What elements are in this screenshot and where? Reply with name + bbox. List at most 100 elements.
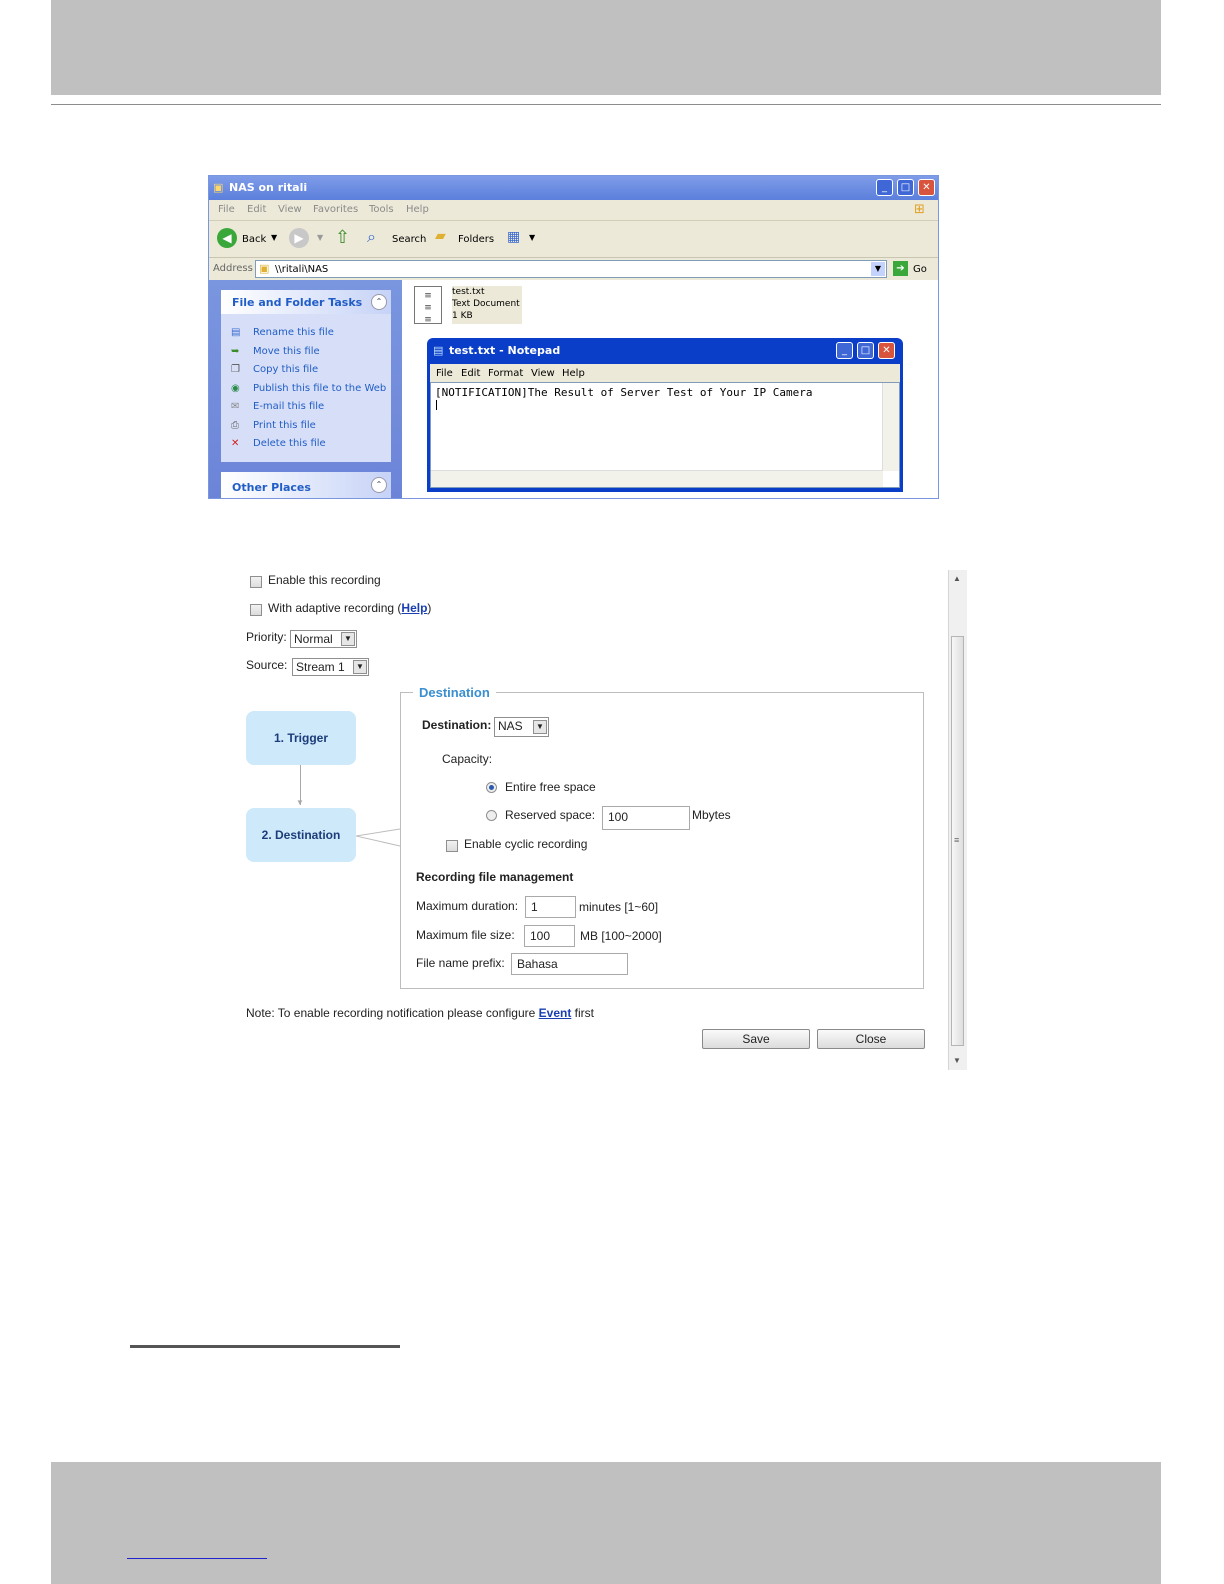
save-button[interactable]: Save: [702, 1029, 810, 1049]
scrollbar-thumb[interactable]: ≡: [951, 636, 964, 1046]
horizontal-scrollbar[interactable]: [431, 470, 883, 487]
scroll-up-icon[interactable]: ▲: [953, 574, 961, 583]
file-name-prefix-input[interactable]: Bahasa: [511, 953, 628, 975]
delete-icon: ✕: [231, 438, 240, 449]
folders-button[interactable]: Folders: [458, 234, 494, 245]
event-link[interactable]: Event: [539, 1006, 572, 1020]
chevron-down-icon[interactable]: ▼: [871, 262, 885, 276]
max-file-size-label: Maximum file size:: [416, 928, 515, 942]
destination-legend: Destination: [413, 685, 496, 700]
folders-icon[interactable]: ▰: [435, 228, 446, 244]
reserved-space-input[interactable]: 100: [602, 806, 690, 830]
vertical-scrollbar[interactable]: [882, 383, 899, 471]
close-button[interactable]: ✕: [878, 342, 895, 359]
source-label: Source:: [246, 658, 288, 672]
menu-favorites[interactable]: Favorites: [313, 204, 358, 215]
close-button[interactable]: ✕: [918, 179, 935, 196]
go-arrow-icon[interactable]: ➔: [893, 261, 908, 276]
menu-file[interactable]: File: [218, 204, 235, 215]
adaptive-recording-checkbox[interactable]: [250, 604, 262, 616]
collapse-icon[interactable]: ⌃: [371, 294, 387, 310]
menu-tools[interactable]: Tools: [369, 204, 394, 215]
search-button[interactable]: Search: [392, 234, 426, 245]
search-icon[interactable]: ⌕: [367, 227, 376, 247]
notepad-text-area[interactable]: [NOTIFICATION]The Result of Server Test …: [430, 382, 900, 488]
close-button[interactable]: Close: [817, 1029, 925, 1049]
menu-edit[interactable]: Edit: [247, 204, 266, 215]
address-input[interactable]: ▣ \\ritali\NAS ▼: [255, 260, 887, 278]
file-type: Text Document: [452, 299, 520, 309]
source-select[interactable]: Stream 1 ▼: [292, 658, 369, 676]
reserved-space-label: Reserved space:: [505, 808, 596, 822]
help-link[interactable]: Help: [401, 601, 427, 615]
max-file-size-input[interactable]: 100: [524, 925, 575, 947]
np-menu-help[interactable]: Help: [562, 368, 585, 379]
np-menu-view[interactable]: View: [531, 368, 555, 379]
chevron-down-icon: ▼: [353, 660, 367, 674]
step-trigger[interactable]: 1. Trigger: [246, 711, 356, 765]
task-copy[interactable]: ❐ Copy this file: [231, 364, 318, 375]
chevron-down-icon[interactable]: ▼: [529, 233, 535, 242]
np-menu-file[interactable]: File: [436, 368, 453, 379]
notepad-window: ▤ test.txt - Notepad _ □ ✕ File Edit For…: [427, 338, 903, 492]
task-move[interactable]: ➥ Move this file: [231, 346, 320, 357]
recording-note: Note: To enable recording notification p…: [246, 1006, 594, 1020]
reserved-space-radio[interactable]: [486, 810, 497, 821]
entire-free-space-radio[interactable]: [486, 782, 497, 793]
back-arrow-icon[interactable]: ◀: [217, 228, 237, 248]
go-button[interactable]: Go: [913, 264, 927, 275]
views-icon[interactable]: ▦: [507, 229, 520, 245]
email-icon: ✉: [231, 401, 240, 412]
chevron-down-icon[interactable]: ▼: [271, 233, 277, 242]
step-pointer-lines: [356, 828, 401, 847]
header-bar: [51, 0, 1161, 95]
minimize-button[interactable]: _: [876, 179, 893, 196]
page-scrollbar[interactable]: ▲ ≡ ▼: [948, 570, 967, 1070]
text-cursor: [436, 400, 437, 410]
np-menu-edit[interactable]: Edit: [461, 368, 480, 379]
other-places-title: Other Places: [232, 481, 311, 494]
file-size: 1 KB: [452, 311, 473, 321]
max-duration-label: Maximum duration:: [416, 899, 519, 913]
task-email[interactable]: ✉ E-mail this file: [231, 401, 324, 412]
file-item-test-txt[interactable]: ≡ ≡ ≡ test.txt Text Document 1 KB: [414, 286, 524, 326]
grip-icon: ≡: [954, 835, 960, 845]
menu-help[interactable]: Help: [406, 204, 429, 215]
back-button[interactable]: Back: [242, 234, 266, 245]
cyclic-recording-checkbox[interactable]: [446, 840, 458, 852]
explorer-window: ▣ NAS on ritali _ □ ✕ File Edit View Fav…: [208, 175, 939, 499]
task-print[interactable]: ⎙ Print this file: [231, 420, 316, 431]
arrow-down-icon: ▼: [296, 798, 304, 807]
notepad-title: test.txt - Notepad: [449, 344, 561, 357]
network-folder-icon: ▣: [259, 262, 270, 275]
panel-header[interactable]: File and Folder Tasks ⌃: [221, 290, 391, 314]
chevron-down-icon[interactable]: ▼: [317, 233, 323, 242]
other-places-header[interactable]: Other Places ⌃: [221, 472, 391, 498]
np-menu-format[interactable]: Format: [488, 368, 523, 379]
priority-select[interactable]: Normal ▼: [290, 630, 357, 648]
print-icon: ⎙: [231, 420, 239, 431]
scroll-down-icon[interactable]: ▼: [953, 1056, 961, 1065]
forward-arrow-icon[interactable]: ▶: [289, 228, 309, 248]
up-folder-icon[interactable]: ⇧: [335, 227, 350, 248]
menu-view[interactable]: View: [278, 204, 302, 215]
reserved-space-unit: Mbytes: [692, 808, 731, 822]
notepad-menubar: File Edit Format View Help: [430, 364, 900, 382]
rename-icon: ▤: [231, 327, 241, 338]
minimize-button[interactable]: _: [836, 342, 853, 359]
explorer-title-bar[interactable]: ▣ NAS on ritali _ □ ✕: [209, 176, 938, 200]
window-title: NAS on ritali: [229, 181, 308, 194]
destination-select[interactable]: NAS ▼: [494, 717, 549, 737]
header-rule: [51, 104, 1161, 105]
step-destination[interactable]: 2. Destination: [246, 808, 356, 862]
task-rename[interactable]: ▤ Rename this file: [231, 327, 334, 338]
maximize-button[interactable]: □: [897, 179, 914, 196]
panel-title: File and Folder Tasks: [232, 296, 363, 309]
task-delete[interactable]: ✕ Delete this file: [231, 438, 326, 449]
collapse-icon[interactable]: ⌃: [371, 477, 387, 493]
footer-bar: [51, 1462, 1161, 1584]
maximize-button[interactable]: □: [857, 342, 874, 359]
enable-recording-checkbox[interactable]: [250, 576, 262, 588]
task-publish[interactable]: ◉ Publish this file to the Web: [231, 383, 386, 394]
max-duration-input[interactable]: 1: [525, 896, 576, 918]
